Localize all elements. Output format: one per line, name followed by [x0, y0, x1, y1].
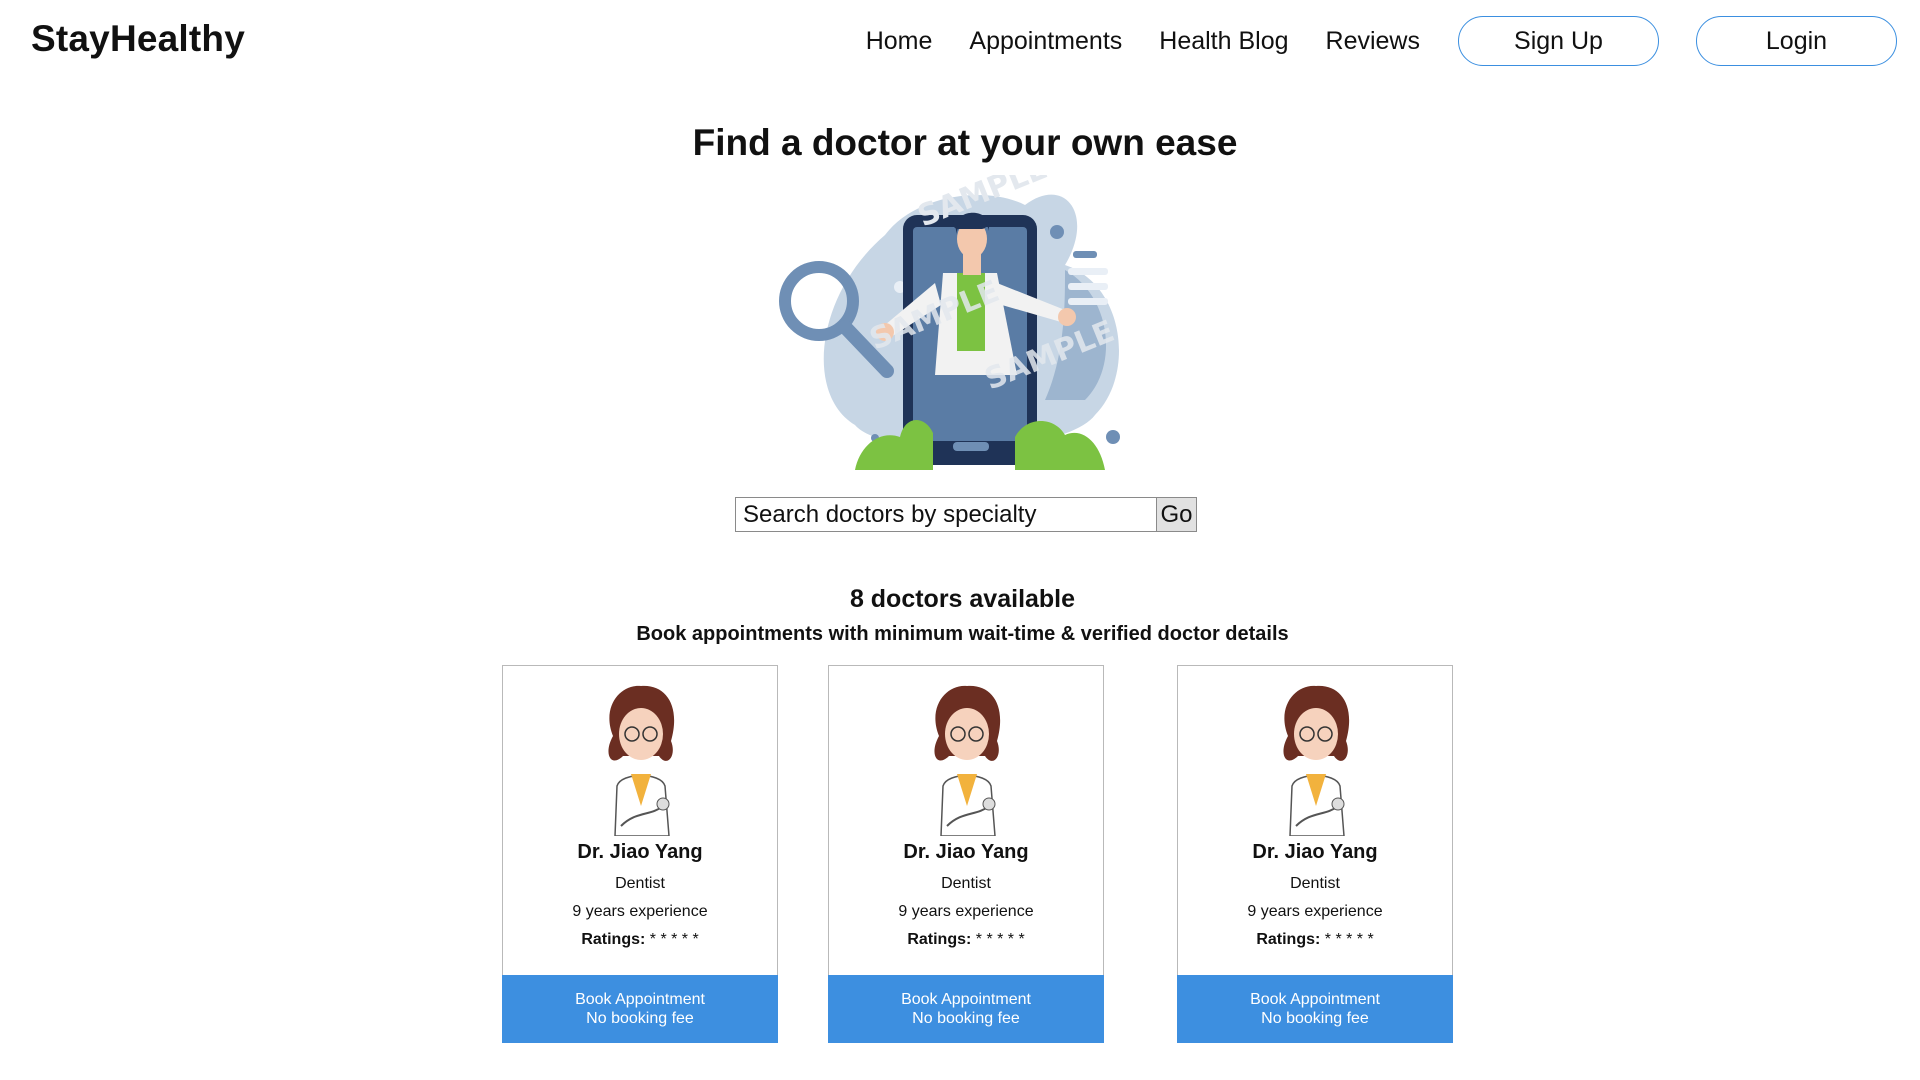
doctor-rating: Ratings: * * * * * — [503, 931, 777, 949]
app-logo[interactable]: StayHealthy — [31, 18, 245, 60]
listing-subtitle: Book appointments with minimum wait-time… — [636, 623, 1289, 645]
book-appointment-button[interactable]: Book Appointment No booking fee — [1177, 975, 1453, 1043]
book-appointment-label: Book Appointment — [901, 991, 1031, 1008]
doctor-card: Dr. Jiao Yang Dentist 9 years experience… — [828, 665, 1104, 1043]
doctor-card: Dr. Jiao Yang Dentist 9 years experience… — [1177, 665, 1453, 1043]
doctor-rating: Ratings: * * * * * — [1178, 931, 1452, 949]
nav-link-reviews[interactable]: Reviews — [1326, 27, 1420, 56]
search-input[interactable] — [735, 497, 1156, 532]
nav-link-appointments[interactable]: Appointments — [969, 27, 1122, 56]
doctor-experience: 9 years experience — [1247, 903, 1383, 920]
book-appointment-button[interactable]: Book Appointment No booking fee — [502, 975, 778, 1043]
nav-link-home[interactable]: Home — [866, 27, 933, 56]
doctor-phone-illustration: SAMPLE SAMPLE SAMPLE — [765, 151, 1165, 470]
doctor-specialty: Dentist — [615, 875, 665, 892]
doctor-name: Dr. Jiao Yang — [577, 841, 703, 863]
doctor-experience: 9 years experience — [898, 903, 1034, 920]
doctor-rating: Ratings: * * * * * — [829, 931, 1103, 949]
search-go-button[interactable]: Go — [1156, 497, 1197, 532]
doctor-avatar — [1256, 676, 1376, 837]
booking-fee-label: No booking fee — [586, 1010, 694, 1027]
doctor-specialty: Dentist — [1290, 875, 1340, 892]
ratings-stars: * * * * * — [1324, 931, 1374, 948]
doctor-count: 8 doctors available — [849, 585, 1076, 613]
doctor-card: Dr. Jiao Yang Dentist 9 years experience… — [502, 665, 778, 1043]
book-appointment-label: Book Appointment — [575, 991, 705, 1008]
doctor-name: Dr. Jiao Yang — [903, 841, 1029, 863]
booking-fee-label: No booking fee — [1261, 1010, 1369, 1027]
ratings-stars: * * * * * — [975, 931, 1025, 948]
ratings-label: Ratings: — [1256, 931, 1321, 948]
ratings-label: Ratings: — [907, 931, 972, 948]
doctor-name: Dr. Jiao Yang — [1252, 841, 1378, 863]
doctor-cards: Dr. Jiao Yang Dentist 9 years experience… — [0, 665, 1920, 1045]
ratings-label: Ratings: — [581, 931, 646, 948]
doctor-search-bar: Go — [735, 497, 1197, 532]
book-appointment-label: Book Appointment — [1250, 991, 1380, 1008]
doctor-experience: 9 years experience — [572, 903, 708, 920]
doctor-specialty: Dentist — [941, 875, 991, 892]
sign-up-button[interactable]: Sign Up — [1458, 16, 1659, 66]
book-appointment-button[interactable]: Book Appointment No booking fee — [828, 975, 1104, 1043]
login-button[interactable]: Login — [1696, 16, 1897, 66]
hero-title: Find a doctor at your own ease — [692, 122, 1238, 163]
booking-fee-label: No booking fee — [912, 1010, 1020, 1027]
ratings-stars: * * * * * — [649, 931, 699, 948]
nav-links: Home Appointments Health Blog Reviews Si… — [866, 0, 1920, 82]
top-navbar: StayHealthy Home Appointments Health Blo… — [0, 0, 1920, 82]
doctor-avatar — [907, 676, 1027, 837]
doctor-avatar — [581, 676, 701, 837]
nav-link-health-blog[interactable]: Health Blog — [1159, 27, 1288, 56]
